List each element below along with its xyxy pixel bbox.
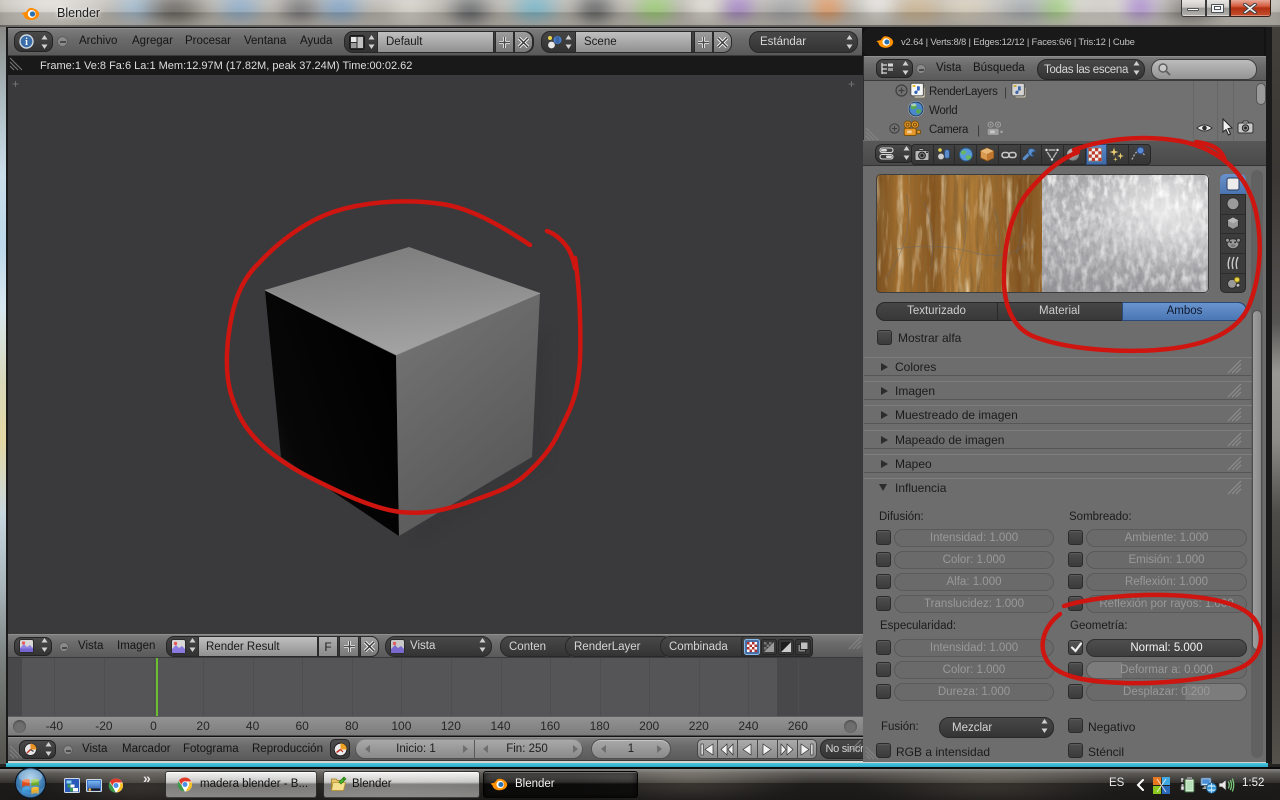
svg-text:i: i bbox=[25, 37, 28, 48]
